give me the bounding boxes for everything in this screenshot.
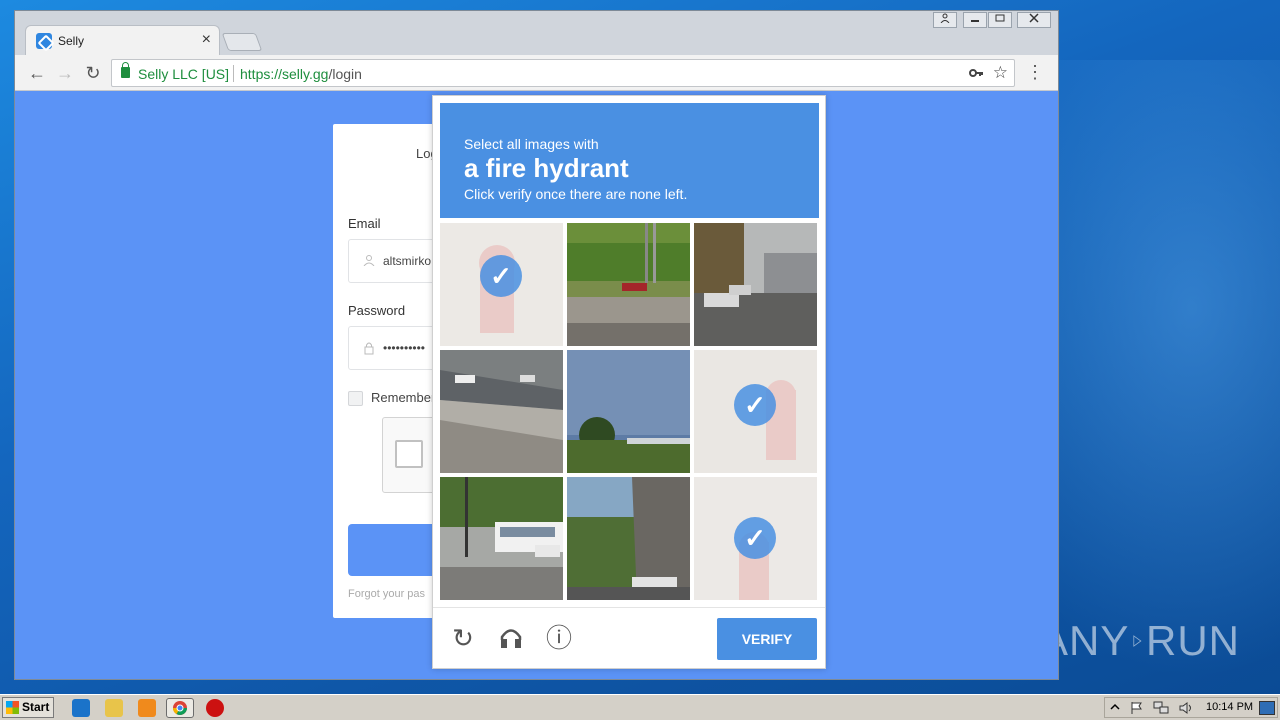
- close-button[interactable]: [1017, 12, 1051, 28]
- selected-check-icon: ✓: [480, 255, 522, 297]
- image-tile-7[interactable]: [440, 477, 563, 600]
- headphones-icon: [500, 629, 522, 648]
- prompt-line-1: Select all images with: [464, 136, 599, 152]
- image-tile-9[interactable]: ✓: [694, 477, 817, 600]
- tile-image: [440, 477, 563, 600]
- selected-check-icon: ✓: [734, 517, 776, 559]
- explorer-icon[interactable]: [105, 699, 123, 717]
- image-tile-3[interactable]: [694, 223, 817, 346]
- info-icon[interactable]: ⓘ: [545, 624, 573, 652]
- tile-image: [440, 350, 563, 473]
- recaptcha-challenge: Select all images with a fire hydrant Cl…: [432, 95, 826, 669]
- lock-icon: [121, 62, 130, 78]
- tray-expand-icon[interactable]: [1110, 702, 1120, 714]
- selected-check-icon: ✓: [734, 384, 776, 426]
- restore-icon: [995, 14, 1005, 22]
- image-tile-1[interactable]: ✓: [440, 223, 563, 346]
- minimize-button[interactable]: [963, 12, 987, 28]
- close-icon: [1029, 13, 1039, 23]
- reload-challenge-icon[interactable]: ↻: [449, 624, 477, 652]
- image-tile-8[interactable]: [567, 477, 690, 600]
- media-player-icon[interactable]: [138, 699, 156, 717]
- show-desktop-icon[interactable]: [1259, 701, 1275, 715]
- windows-logo-icon: [6, 701, 19, 714]
- padlock-icon: [364, 342, 374, 355]
- bookmark-star-icon[interactable]: ☆: [993, 63, 1008, 83]
- tab-selly[interactable]: Selly ×: [25, 25, 220, 55]
- user-icon: [363, 255, 375, 266]
- tab-close-icon[interactable]: ×: [202, 31, 211, 49]
- url-host: https://selly.gg: [240, 66, 329, 82]
- tile-image: [567, 223, 690, 346]
- watermark-right: RUN: [1146, 617, 1240, 664]
- browser-menu-icon[interactable]: ⋮: [1026, 63, 1044, 81]
- maximize-button[interactable]: [988, 12, 1012, 28]
- url-path: /login: [328, 66, 362, 82]
- site-identity[interactable]: Selly LLC [US]: [138, 66, 229, 82]
- address-separator: [233, 65, 234, 82]
- chrome-taskbar-button[interactable]: [166, 698, 194, 718]
- tab-title: Selly: [58, 34, 85, 48]
- person-icon: [940, 13, 950, 24]
- image-tile-6[interactable]: ✓: [694, 350, 817, 473]
- opera-icon[interactable]: [206, 699, 224, 717]
- start-label: Start: [22, 700, 50, 714]
- image-grid: ✓ ✓ ✓: [440, 223, 819, 602]
- verify-button[interactable]: VERIFY: [717, 618, 817, 660]
- chrome-icon: [173, 701, 187, 715]
- recaptcha-checkbox[interactable]: [395, 440, 423, 468]
- address-bar[interactable]: Selly LLC [US] https://selly.gg/login ☆: [111, 59, 1015, 87]
- remember-checkbox[interactable]: [348, 391, 363, 406]
- tile-image: [567, 477, 690, 600]
- network-icon[interactable]: [1153, 701, 1169, 715]
- reload-icon[interactable]: ↻: [82, 62, 104, 84]
- title-bar: Selly ×: [15, 11, 1058, 55]
- prompt-line-3: Click verify once there are none left.: [464, 186, 688, 202]
- password-value: ••••••••••: [383, 341, 426, 355]
- ie-icon[interactable]: [72, 699, 90, 717]
- anyrun-watermark: ANY RUN: [1040, 608, 1240, 674]
- tile-image: [567, 350, 690, 473]
- tile-image: [694, 223, 817, 346]
- url-text[interactable]: https://selly.gg/login: [240, 66, 362, 82]
- challenge-footer: ↻ ⓘ VERIFY: [433, 607, 825, 669]
- image-tile-5[interactable]: [567, 350, 690, 473]
- flag-icon[interactable]: [1130, 701, 1144, 715]
- minimize-icon: [971, 20, 979, 22]
- profile-button[interactable]: [933, 12, 957, 28]
- key-icon[interactable]: [968, 65, 984, 84]
- clock: 10:14 PM: [1206, 701, 1254, 713]
- audio-challenge-icon[interactable]: [497, 624, 525, 652]
- play-icon: [1133, 635, 1142, 647]
- challenge-prompt: Select all images with a fire hydrant Cl…: [440, 103, 819, 218]
- selly-favicon-icon: [36, 33, 52, 49]
- browser-toolbar: ← → ↻ Selly LLC [US] https://selly.gg/lo…: [15, 55, 1058, 91]
- start-button[interactable]: Start: [2, 697, 54, 718]
- image-tile-4[interactable]: [440, 350, 563, 473]
- forward-icon[interactable]: →: [54, 62, 76, 84]
- new-tab-button[interactable]: [221, 33, 263, 51]
- email-label: Email: [348, 216, 381, 231]
- image-tile-2[interactable]: [567, 223, 690, 346]
- prompt-target: a fire hydrant: [464, 153, 629, 183]
- volume-icon[interactable]: [1179, 701, 1195, 715]
- email-value: altsmirko: [383, 254, 432, 268]
- back-icon[interactable]: ←: [26, 62, 48, 84]
- remember-label: Remember: [371, 390, 436, 405]
- password-label: Password: [348, 303, 406, 318]
- key-glyph: [969, 69, 983, 77]
- forgot-password-link[interactable]: Forgot your pas: [348, 588, 425, 600]
- taskbar: Start 10:14 PM: [0, 694, 1280, 720]
